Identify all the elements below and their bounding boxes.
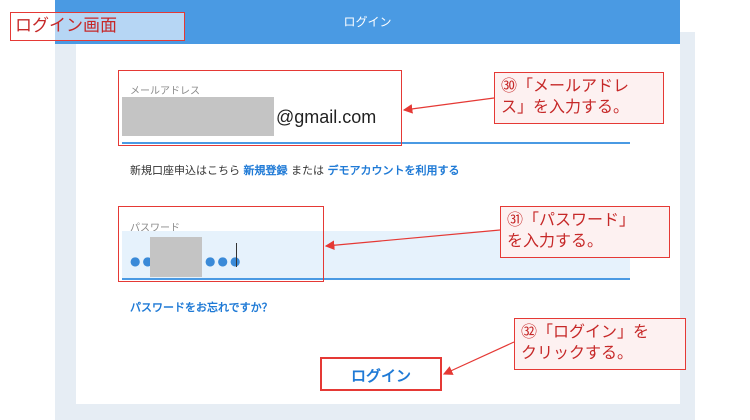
- arrow-to-login: [442, 341, 515, 375]
- annotation-arrows: [324, 97, 515, 375]
- arrow-to-password: [324, 229, 501, 251]
- arrow-to-email: [402, 97, 495, 114]
